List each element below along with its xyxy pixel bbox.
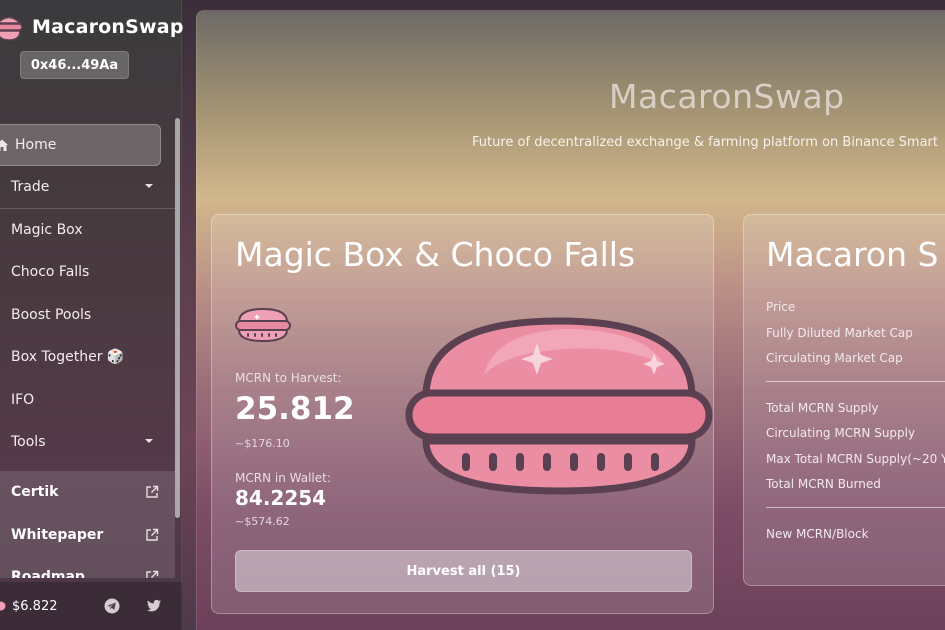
- card-title: Macaron S: [766, 235, 939, 274]
- macaron-logo-icon: [0, 16, 22, 41]
- sidebar-scrollbar[interactable]: [175, 118, 180, 518]
- twitter-icon[interactable]: [146, 598, 162, 614]
- sidebar-item-label: Whitepaper: [11, 526, 104, 543]
- sidebar-item-trade[interactable]: Trade: [0, 166, 175, 209]
- stat-new-per-block-label: New MCRN/Block: [766, 526, 869, 541]
- telegram-icon[interactable]: [104, 598, 120, 614]
- sidebar-link-certik[interactable]: Certik: [0, 471, 175, 514]
- main-content: MacaronSwap Future of decentralized exch…: [196, 10, 945, 630]
- sidebar-item-label: Boost Pools: [11, 306, 92, 323]
- sidebar-item-label: Roadmap: [11, 569, 85, 578]
- sidebar-item-tools[interactable]: Tools: [0, 421, 175, 464]
- harvest-label: MCRN to Harvest:: [235, 371, 342, 385]
- sidebar-item-label: Choco Falls: [11, 264, 90, 281]
- external-link-icon: [146, 485, 159, 498]
- stat-circulating-supply-label: Circulating MCRN Supply: [766, 426, 916, 440]
- external-links: Certik Whitepaper Roadmap: [0, 471, 175, 578]
- divider: [766, 380, 945, 382]
- chevron-down-icon: [145, 439, 153, 443]
- sidebar-item-magic-box[interactable]: Magic Box: [0, 209, 175, 252]
- sidebar-link-whitepaper[interactable]: Whitepaper: [0, 514, 175, 557]
- sidebar-item-box-together[interactable]: Box Together 🎲: [0, 336, 175, 379]
- token-price: $6.822: [12, 598, 58, 614]
- hero-subtitle: Future of decentralized exchange & farmi…: [472, 135, 938, 150]
- stats-list: Price Fully Diluted Market Cap Circulati…: [766, 300, 945, 552]
- sidebar: MacaronSwap 0x46...49Aa Home Trade Magic…: [0, 0, 184, 630]
- sidebar-item-home[interactable]: Home: [0, 124, 161, 166]
- harvest-value: 25.812: [235, 391, 355, 427]
- harvest-all-button[interactable]: Harvest all (15): [235, 550, 692, 592]
- magic-box-card: Magic Box & Choco Falls MCRN to Harvest:…: [211, 214, 714, 614]
- sidebar-item-label: Certik: [11, 484, 59, 501]
- sidebar-item-choco-falls[interactable]: Choco Falls: [0, 251, 175, 294]
- hero-title: MacaronSwap: [609, 77, 845, 116]
- macaron-illustration-icon: [405, 317, 713, 495]
- home-icon: [0, 139, 8, 151]
- macaron-stats-card: Macaron S Price Fully Diluted Market Cap…: [743, 214, 945, 586]
- macaron-icon: [235, 307, 291, 343]
- stat-burned-label: Total MCRN Burned: [766, 477, 881, 491]
- sidebar-item-label: Home: [15, 137, 57, 153]
- card-title: Magic Box & Choco Falls: [235, 235, 636, 274]
- stat-cmc-label: Circulating Market Cap: [766, 351, 903, 365]
- external-link-icon: [146, 570, 159, 578]
- chevron-down-icon: [145, 184, 153, 188]
- brand-name: MacaronSwap: [32, 16, 184, 38]
- stat-fdmc-label: Fully Diluted Market Cap: [766, 325, 913, 340]
- external-link-icon: [146, 528, 159, 541]
- stat-total-supply-label: Total MCRN Supply: [766, 400, 879, 415]
- sidebar-item-label: Trade: [11, 178, 50, 195]
- sidebar-item-label: Magic Box: [11, 221, 83, 238]
- sidebar-link-roadmap[interactable]: Roadmap: [0, 556, 175, 578]
- sidebar-item-label: IFO: [11, 391, 35, 408]
- wallet-usd: ~$574.62: [235, 515, 290, 528]
- sidebar-item-label: Tools: [11, 434, 46, 451]
- brand[interactable]: MacaronSwap: [0, 12, 184, 42]
- wallet-value: 84.2254: [235, 486, 327, 510]
- stat-max-supply-label: Max Total MCRN Supply(~20 Ye: [766, 451, 945, 466]
- harvest-usd: ~$176.10: [235, 437, 290, 450]
- macaron-coin-icon: [0, 601, 6, 611]
- divider: [766, 506, 945, 508]
- sidebar-item-label: Box Together 🎲: [11, 349, 125, 366]
- sidebar-item-ifo[interactable]: IFO: [0, 379, 175, 422]
- sidebar-nav: Home Trade Magic Box Choco Falls Boost P…: [0, 124, 175, 464]
- sidebar-footer: $6.822: [0, 582, 182, 630]
- wallet-address-button[interactable]: 0x46...49Aa: [20, 51, 129, 79]
- wallet-label: MCRN in Wallet:: [235, 471, 331, 485]
- sidebar-item-boost-pools[interactable]: Boost Pools: [0, 294, 175, 337]
- stat-price-label: Price: [766, 300, 796, 314]
